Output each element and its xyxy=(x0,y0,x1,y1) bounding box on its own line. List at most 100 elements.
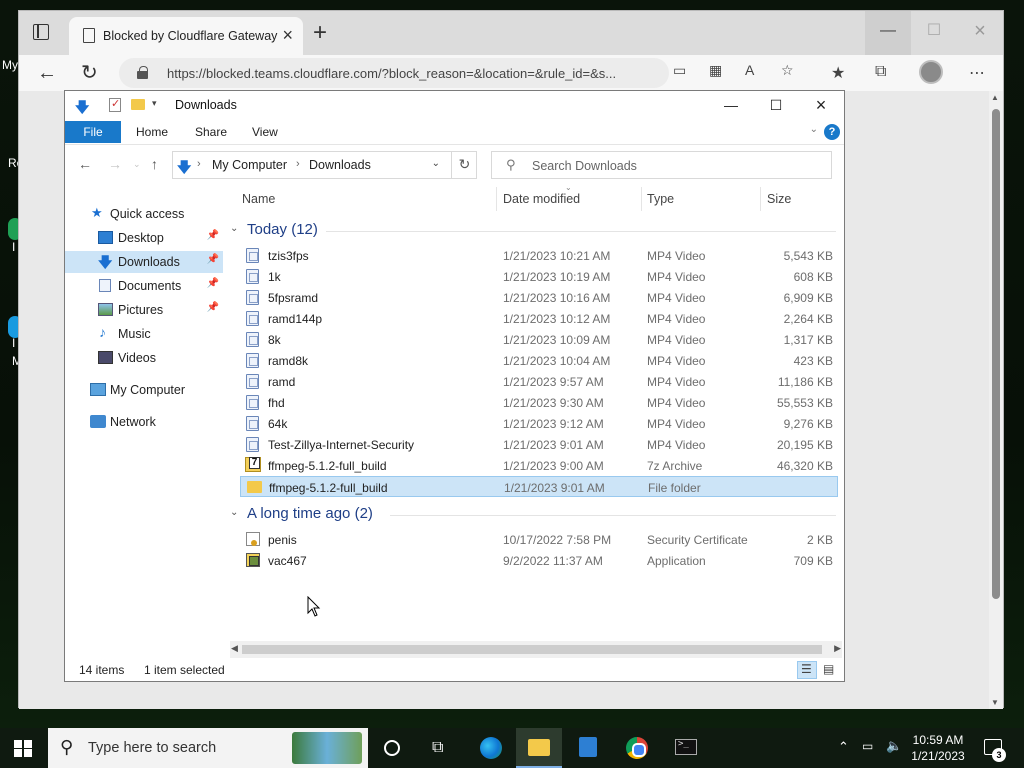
large-icons-view-button[interactable] xyxy=(819,661,839,679)
nav-item-downloads[interactable]: 🡇 Downloads 📌 xyxy=(65,251,223,273)
refresh-icon[interactable]: ↻ xyxy=(451,151,477,179)
tab-share[interactable]: Share xyxy=(195,125,227,139)
chevron-down-icon[interactable]: ⌄ xyxy=(230,507,238,518)
file-row[interactable]: ramd8k 1/21/2023 10:04 AM MP4 Video 423 KB xyxy=(240,350,838,371)
recent-locations-icon[interactable]: ⌄ xyxy=(133,159,141,170)
taskbar-cmd[interactable] xyxy=(663,728,709,768)
pin-icon[interactable]: 📌 xyxy=(207,254,219,265)
file-row[interactable]: 8k 1/21/2023 10:09 AM MP4 Video 1,317 KB xyxy=(240,329,838,350)
scrollbar-thumb[interactable] xyxy=(992,109,1000,599)
taskbar-file-explorer[interactable] xyxy=(516,728,562,768)
breadcrumb-separator[interactable]: › xyxy=(197,158,201,170)
page-scrollbar[interactable]: ▲ ▼ xyxy=(989,91,1003,709)
minimize-button[interactable]: — xyxy=(708,91,754,119)
taskbar-store[interactable] xyxy=(565,728,611,768)
quick-check-icon[interactable] xyxy=(109,97,121,112)
file-row[interactable]: Test-Zillya-Internet-Security 1/21/2023 9… xyxy=(240,434,838,455)
column-header-type[interactable]: Type xyxy=(642,187,760,211)
file-row[interactable]: vac467 9/2/2022 11:37 AM Application 709 KB xyxy=(240,550,838,571)
read-aloud-icon[interactable]: A xyxy=(745,62,754,78)
profile-avatar[interactable] xyxy=(919,60,943,84)
breadcrumb[interactable]: 🡇 › My Computer › Downloads ⌄ xyxy=(172,151,477,179)
chevron-down-icon[interactable]: ⌄ xyxy=(230,223,238,234)
file-row[interactable]: ramd144p 1/21/2023 10:12 AM MP4 Video 2,264… xyxy=(240,308,838,329)
taskbar-chrome[interactable] xyxy=(614,728,660,768)
refresh-icon[interactable]: ↻ xyxy=(81,61,98,85)
close-tab-icon[interactable]: × xyxy=(282,25,293,46)
tab-view[interactable]: View xyxy=(252,125,278,139)
file-row[interactable]: ramd 1/21/2023 9:57 AM MP4 Video 11,186 KB xyxy=(240,371,838,392)
nav-item-documents[interactable]: Documents 📌 xyxy=(65,275,223,297)
column-header-name[interactable]: Name xyxy=(240,187,496,211)
taskbar-search-input[interactable]: Type here to search xyxy=(88,740,216,756)
tab-home[interactable]: Home xyxy=(136,125,168,139)
breadcrumb-item[interactable]: Downloads xyxy=(309,158,371,172)
pin-icon[interactable]: 📌 xyxy=(207,230,219,241)
customize-quick-access-icon[interactable]: ▾ xyxy=(152,98,157,109)
more-options-icon[interactable]: ⋯ xyxy=(969,63,985,83)
forward-icon[interactable]: → xyxy=(108,156,122,172)
clock[interactable]: 10:59 AM 1/21/2023 xyxy=(905,732,971,764)
file-row[interactable]: 1k 1/21/2023 10:19 AM MP4 Video 608 KB xyxy=(240,266,838,287)
task-view-icon[interactable]: ⧉ xyxy=(432,739,443,757)
close-button[interactable]: × xyxy=(798,91,844,119)
minimize-button[interactable]: — xyxy=(865,11,911,55)
taskbar-edge[interactable] xyxy=(467,728,513,768)
search-input[interactable]: Search Downloads xyxy=(532,159,637,173)
nav-item-pictures[interactable]: Pictures 📌 xyxy=(65,299,223,321)
file-row[interactable]: ffmpeg-5.1.2-full_build 1/21/2023 9:01 AM… xyxy=(240,476,838,497)
nav-item-videos[interactable]: Videos xyxy=(65,347,223,369)
tab-actions-icon[interactable] xyxy=(33,24,49,40)
file-row[interactable]: 64k 1/21/2023 9:12 AM MP4 Video 9,276 KB xyxy=(240,413,838,434)
properties-icon[interactable]: 🡇 xyxy=(75,97,89,121)
nav-item-desktop[interactable]: Desktop 📌 xyxy=(65,227,223,249)
lock-icon[interactable] xyxy=(137,66,148,79)
breadcrumb-item[interactable]: My Computer xyxy=(212,158,287,172)
file-row[interactable]: penis 10/17/2022 7:58 PM Security Certific… xyxy=(240,529,838,550)
up-icon[interactable]: ↑ xyxy=(151,156,158,172)
nav-item-music[interactable]: ♪ Music xyxy=(65,323,223,345)
address-bar[interactable]: https://blocked.teams.cloudflare.com/?bl… xyxy=(119,58,669,88)
group-header-long-ago[interactable]: ⌄ A long time ago (2) xyxy=(230,504,836,526)
qr-code-icon[interactable]: ▦ xyxy=(709,62,722,79)
pin-icon[interactable]: 📌 xyxy=(207,302,219,313)
network-icon[interactable]: ▭ xyxy=(862,739,873,753)
file-row[interactable]: fhd 1/21/2023 9:30 AM MP4 Video 55,553 KB xyxy=(240,392,838,413)
column-header-size[interactable]: Size xyxy=(761,187,839,211)
scroll-right-icon[interactable]: ▶ xyxy=(834,643,841,654)
maximize-button[interactable]: ☐ xyxy=(753,91,799,119)
volume-icon[interactable]: 🔈 xyxy=(886,738,902,754)
scrollbar-thumb[interactable] xyxy=(242,645,822,654)
pin-icon[interactable]: 📌 xyxy=(207,278,219,289)
breadcrumb-separator[interactable]: › xyxy=(296,158,300,170)
back-icon[interactable]: ← xyxy=(37,61,57,85)
tab-file[interactable]: File xyxy=(65,121,121,143)
file-row[interactable]: ffmpeg-5.1.2-full_build 1/21/2023 9:00 AM… xyxy=(240,455,838,476)
scroll-left-icon[interactable]: ◀ xyxy=(231,643,238,654)
collections-icon[interactable]: ⧉ xyxy=(875,63,886,81)
windows-start-icon[interactable] xyxy=(14,740,32,757)
cortana-icon[interactable] xyxy=(384,740,400,756)
nav-item-my-computer[interactable]: My Computer xyxy=(65,379,223,401)
help-icon[interactable]: ? xyxy=(824,124,840,140)
nav-item-quick-access[interactable]: ★ Quick access xyxy=(65,203,223,225)
search-box[interactable]: ⚲ Search Downloads xyxy=(491,151,832,179)
new-folder-icon[interactable] xyxy=(131,99,145,110)
file-row[interactable]: tzis3fps 1/21/2023 10:21 AM MP4 Video 5,543… xyxy=(240,245,838,266)
file-row[interactable]: 5fpsramd 1/21/2023 10:16 AM MP4 Video 6,909… xyxy=(240,287,838,308)
column-header-date[interactable]: ⌄ Date modified xyxy=(497,183,641,211)
expand-ribbon-icon[interactable]: ⌄ xyxy=(810,124,818,135)
horizontal-scrollbar[interactable]: ◀ ▶ xyxy=(230,641,842,658)
show-hidden-icons-icon[interactable]: ⌃ xyxy=(838,739,849,755)
details-view-button[interactable] xyxy=(797,661,817,679)
app-available-icon[interactable]: ▭ xyxy=(673,62,686,79)
maximize-button[interactable]: ☐ xyxy=(911,11,957,55)
chevron-down-icon[interactable]: ⌄ xyxy=(432,158,440,169)
scroll-down-icon[interactable]: ▼ xyxy=(991,698,999,707)
favorites-icon[interactable]: ★ xyxy=(831,63,845,83)
add-favorite-icon[interactable]: ☆ xyxy=(781,62,794,79)
back-icon[interactable]: ← xyxy=(78,156,92,172)
new-tab-icon[interactable]: + xyxy=(313,19,327,47)
group-header-today[interactable]: ⌄ Today (12) xyxy=(230,220,836,242)
nav-item-network[interactable]: Network xyxy=(65,411,223,433)
